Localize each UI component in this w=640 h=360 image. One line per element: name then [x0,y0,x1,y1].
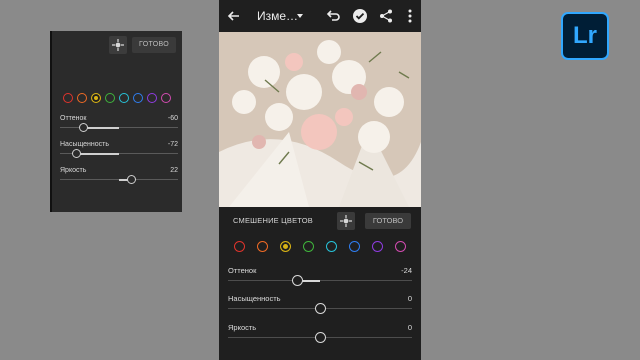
color-dot-5[interactable] [349,241,360,252]
checkmark-icon[interactable] [351,7,369,25]
phone-screen: Изме… СМЕШЕНИЕ ЦВЕТОВ ГОТОВО Оттенок -24… [219,0,421,360]
inset-slider-thumb[interactable] [79,123,89,132]
panel-slider-thumb[interactable] [314,303,326,314]
more-vertical-icon[interactable] [401,7,419,25]
inset-color-dot-2[interactable] [91,93,101,103]
color-dot-1[interactable] [257,241,268,252]
target-adjust-icon[interactable] [109,36,127,54]
inset-color-dot-3[interactable] [105,93,115,103]
app-bar: Изме… [219,0,421,32]
inset-topbar: ГОТОВО [52,31,182,59]
undo-icon[interactable] [324,7,342,25]
inset-color-dot-0[interactable] [63,93,73,103]
inset-slider-thumb[interactable] [127,175,137,184]
edit-menu-title[interactable]: Изме… [257,9,298,23]
back-arrow-icon[interactable] [225,7,243,25]
inset-panel: ГОТОВО Оттенок -60 Насыщенность -72 Яркость 2… [50,31,182,212]
inset-color-dot-7[interactable] [161,93,171,103]
inset-done-button[interactable]: ГОТОВО [132,37,176,53]
inset-color-dot-6[interactable] [147,93,157,103]
inset-slider-label: Насыщенность [60,141,110,148]
panel-slider-thumb[interactable] [292,275,304,286]
share-icon[interactable] [377,7,395,25]
lightroom-logo: Lr [561,12,609,60]
color-dot-2[interactable] [280,241,291,252]
inset-slider-fill [76,152,119,155]
panel-slider-1[interactable]: Насыщенность 0 [228,294,412,316]
inset-color-dot-4[interactable] [119,93,129,103]
panel-slider-value: 0 [407,323,412,332]
inset-color-dots [63,93,171,103]
logo-text: Lr [573,22,597,49]
inset-slider-fill [83,126,119,129]
color-mix-header: СМЕШЕНИЕ ЦВЕТОВ ГОТОВО [219,210,421,232]
panel-slider-2[interactable]: Яркость 0 [228,323,412,345]
inset-slider-thumb[interactable] [72,149,82,158]
flower-bouquet-image [219,32,421,207]
panel-slider-track[interactable] [228,280,412,281]
photo-preview[interactable] [219,32,421,207]
panel-slider-label: Яркость [228,323,257,332]
panel-slider-label: Насыщенность [228,294,281,303]
color-dot-0[interactable] [234,241,245,252]
inset-slider-track[interactable] [60,127,178,128]
inset-slider-value: -60 [167,115,178,122]
color-dot-6[interactable] [372,241,383,252]
panel-title: СМЕШЕНИЕ ЦВЕТОВ [233,216,313,225]
inset-color-dot-1[interactable] [77,93,87,103]
panel-slider-thumb[interactable] [314,332,326,343]
target-adjust-icon[interactable] [337,212,355,230]
inset-slider-value: -72 [167,141,178,148]
panel-slider-label: Оттенок [228,266,257,275]
color-dot-7[interactable] [395,241,406,252]
panel-slider-0[interactable]: Оттенок -24 [228,266,412,288]
color-dot-4[interactable] [326,241,337,252]
inset-slider-label: Яркость [60,167,87,174]
color-dots [234,241,406,252]
chevron-down-icon[interactable] [297,14,303,18]
done-button[interactable]: ГОТОВО [365,213,411,229]
panel-slider-value: 0 [407,294,412,303]
inset-color-dot-5[interactable] [133,93,143,103]
panel-slider-value: -24 [401,266,412,275]
inset-slider-value: 22 [170,167,178,174]
inset-slider-label: Оттенок [60,115,87,122]
color-dot-3[interactable] [303,241,314,252]
